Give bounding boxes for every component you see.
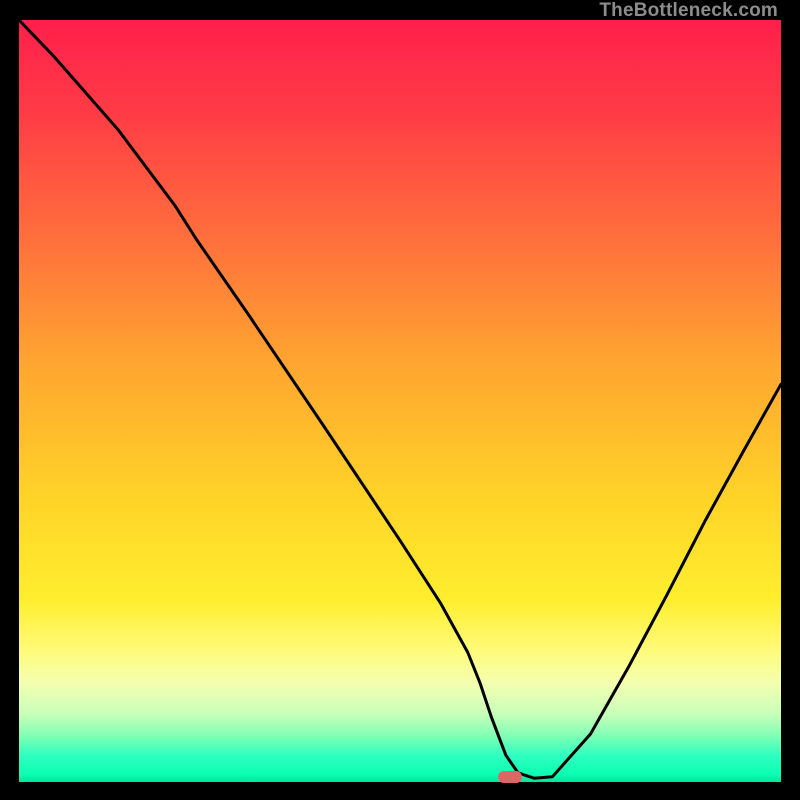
optimal-marker [498, 771, 522, 783]
plot-gradient-background [19, 20, 781, 782]
chart-frame: TheBottleneck.com [0, 0, 800, 800]
watermark-text: TheBottleneck.com [599, 0, 778, 22]
